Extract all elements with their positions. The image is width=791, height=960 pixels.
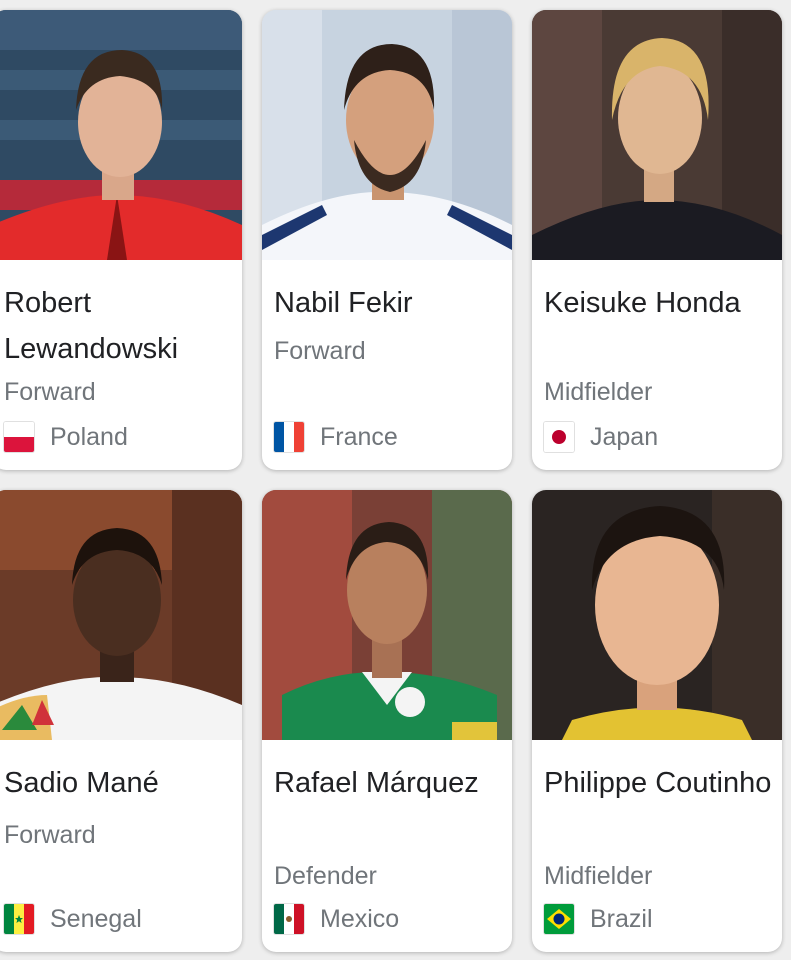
player-photo (532, 490, 782, 740)
brazil-flag-icon (544, 904, 574, 934)
player-photo-image (0, 490, 242, 740)
player-photo (0, 10, 242, 260)
player-card-fekir[interactable]: Nabil Fekir Forward France (262, 10, 512, 470)
japan-flag-icon (544, 422, 574, 452)
player-name: Philippe Coutinho (544, 767, 772, 799)
player-name: Nabil Fekir (274, 287, 413, 319)
player-country: Brazil (544, 904, 653, 934)
france-flag-icon (274, 422, 304, 452)
player-position: Forward (4, 378, 96, 406)
player-country: Poland (4, 422, 128, 452)
player-country-label: Senegal (50, 904, 142, 933)
player-position: Forward (4, 821, 96, 849)
poland-flag-icon (4, 422, 34, 452)
player-card-mane[interactable]: Sadio Mané Forward Senegal (0, 490, 242, 952)
player-name: Keisuke Honda (544, 287, 741, 319)
player-photo (262, 490, 512, 740)
player-country-label: Brazil (590, 904, 653, 933)
player-photo-image (532, 490, 782, 740)
player-country-label: Poland (50, 422, 128, 451)
player-country: Senegal (4, 904, 142, 934)
player-country: France (274, 422, 398, 452)
player-country-label: Mexico (320, 904, 400, 933)
player-photo (0, 490, 242, 740)
player-card-marquez[interactable]: Rafael Márquez Defender Mexico (262, 490, 512, 952)
player-card-honda[interactable]: Keisuke Honda Midfielder Japan (532, 10, 782, 470)
player-position: Forward (274, 337, 366, 365)
player-photo-image (0, 10, 242, 260)
mexico-flag-icon (274, 904, 304, 934)
player-name: Robert Lewandowski (4, 287, 179, 365)
player-position: Midfielder (544, 378, 653, 406)
player-photo-image (262, 490, 512, 740)
player-photo (262, 10, 512, 260)
player-position: Midfielder (544, 862, 653, 890)
player-photo-image (532, 10, 782, 260)
player-country: Japan (544, 422, 658, 452)
player-photo-image (262, 10, 512, 260)
player-country-label: Japan (590, 422, 659, 451)
player-country: Mexico (274, 904, 399, 934)
player-name: Rafael Márquez (274, 767, 479, 799)
senegal-flag-icon (4, 904, 34, 934)
player-position: Defender (274, 862, 377, 890)
player-photo (532, 10, 782, 260)
player-country-label: France (320, 422, 398, 451)
player-card-lewandowski[interactable]: Robert Lewandowski Forward Poland (0, 10, 242, 470)
player-name: Sadio Mané (4, 767, 159, 799)
player-card-coutinho[interactable]: Philippe Coutinho Midfielder Brazil (532, 490, 782, 952)
